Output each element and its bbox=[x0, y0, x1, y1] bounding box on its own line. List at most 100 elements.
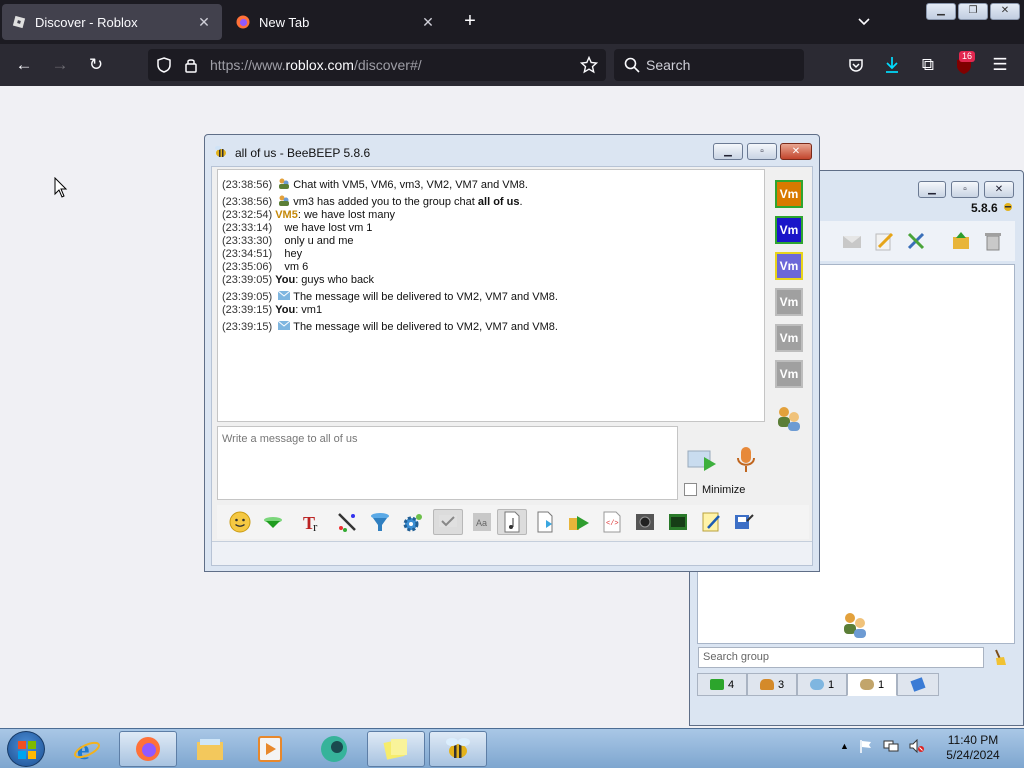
chat-app-taskbar-icon[interactable] bbox=[305, 731, 363, 767]
lock-icon[interactable] bbox=[184, 57, 198, 73]
window-minimize-button[interactable]: ▁ bbox=[926, 3, 956, 20]
save-icon[interactable] bbox=[533, 509, 559, 535]
minimize-button[interactable]: ▁ bbox=[713, 143, 743, 160]
forward-icon[interactable] bbox=[566, 509, 592, 535]
member-avatar[interactable]: Vm bbox=[775, 180, 803, 208]
chat-members-column: Vm Vm Vm Vm Vm Vm bbox=[769, 169, 809, 502]
minimize-label: Minimize bbox=[702, 483, 746, 496]
tab-chats[interactable]: 1 bbox=[797, 673, 847, 696]
back-button[interactable]: ← bbox=[12, 53, 36, 77]
member-avatar[interactable]: Vm bbox=[775, 324, 803, 352]
action-center-flag-icon[interactable] bbox=[859, 739, 873, 753]
clear-broom-icon[interactable] bbox=[990, 648, 1008, 666]
show-hidden-icons-chevron-icon[interactable]: ▲ bbox=[840, 741, 849, 751]
microphone-icon[interactable] bbox=[734, 445, 758, 475]
internet-explorer-taskbar-icon[interactable]: e bbox=[58, 731, 116, 767]
tab-close-icon[interactable]: ✕ bbox=[196, 14, 212, 31]
mail-icon[interactable] bbox=[841, 230, 863, 252]
maximize-button[interactable]: ▫ bbox=[747, 143, 777, 160]
group-members-icon[interactable] bbox=[774, 405, 804, 433]
tab-group-chat[interactable]: 1 bbox=[847, 673, 897, 696]
new-tab-button[interactable]: + bbox=[458, 10, 482, 34]
group-icon bbox=[277, 195, 291, 206]
code-icon[interactable]: </> bbox=[599, 509, 625, 535]
window-restore-button[interactable]: ❐ bbox=[958, 3, 988, 20]
reload-button[interactable]: ↻ bbox=[84, 53, 108, 77]
pocket-icon[interactable] bbox=[844, 53, 868, 77]
chat-message-log[interactable]: (23:38:56) Chat with VM5, VM6, vm3, VM2,… bbox=[217, 169, 765, 422]
start-button[interactable] bbox=[7, 731, 45, 767]
screenshot-icon[interactable] bbox=[632, 509, 658, 535]
film-icon[interactable] bbox=[665, 509, 691, 535]
url-bar[interactable]: https://www.roblox.com/discover#/ bbox=[148, 49, 606, 81]
tab-users[interactable]: 4 bbox=[697, 673, 747, 696]
user-green-icon bbox=[709, 679, 724, 690]
chat-message: (23:39:15) The message will be delivered… bbox=[222, 320, 558, 333]
minimize-checkbox[interactable]: Minimize bbox=[684, 483, 745, 496]
forward-button[interactable]: → bbox=[48, 53, 72, 77]
checkbox-box[interactable] bbox=[684, 483, 697, 496]
filter-icon[interactable] bbox=[367, 509, 393, 535]
url-text[interactable]: https://www.roblox.com/discover#/ bbox=[210, 57, 422, 73]
beebeep-taskbar-icon[interactable] bbox=[429, 731, 487, 767]
network-icon[interactable] bbox=[883, 739, 899, 753]
chat-toolbar: Tr Aa </> bbox=[217, 505, 809, 539]
shield-icon[interactable] bbox=[156, 57, 172, 73]
message-input[interactable]: Write a message to all of us bbox=[217, 426, 678, 500]
downloads-icon[interactable] bbox=[880, 53, 904, 77]
beebeep-bee-icon bbox=[215, 146, 226, 157]
color-pen-icon[interactable] bbox=[334, 509, 360, 535]
minimize-button[interactable]: ▁ bbox=[918, 181, 946, 198]
file-explorer-taskbar-icon[interactable] bbox=[181, 731, 239, 767]
member-avatar[interactable]: Vm bbox=[775, 360, 803, 388]
upload-folder-icon[interactable] bbox=[950, 230, 972, 252]
chat-icon bbox=[809, 679, 824, 690]
clock-date: 5/24/2024 bbox=[946, 748, 1000, 762]
search-icon bbox=[624, 57, 640, 73]
member-avatar[interactable]: Vm bbox=[775, 216, 803, 244]
list-all-tabs-button[interactable] bbox=[852, 10, 876, 34]
sticky-notes-taskbar-icon[interactable] bbox=[367, 731, 425, 767]
print-icon[interactable] bbox=[731, 509, 757, 535]
tab-close-icon[interactable]: ✕ bbox=[420, 14, 436, 31]
chat-message: (23:38:56) Chat with VM5, VM6, vm3, VM2,… bbox=[222, 178, 528, 191]
send-file-icon[interactable] bbox=[497, 509, 527, 535]
pin-icon bbox=[910, 677, 926, 692]
tab-discover-roblox[interactable]: Discover - Roblox ✕ bbox=[2, 4, 222, 40]
member-avatar[interactable]: Vm bbox=[775, 288, 803, 316]
svg-text:r: r bbox=[313, 519, 318, 534]
system-clock[interactable]: 11:40 PM 5/24/2024 bbox=[934, 733, 1012, 763]
tab-new-tab[interactable]: New Tab ✕ bbox=[226, 4, 446, 40]
bookmark-star-icon[interactable] bbox=[580, 56, 598, 74]
tools-icon[interactable] bbox=[905, 230, 927, 252]
search-group-input[interactable]: Search group bbox=[698, 647, 984, 668]
chat-message: (23:39:05) You: guys who back bbox=[222, 274, 375, 286]
green-arrow-icon[interactable] bbox=[260, 509, 286, 535]
volume-muted-icon[interactable] bbox=[909, 739, 925, 753]
spellcheck-icon[interactable] bbox=[433, 509, 463, 535]
extension-badge-count: 16 bbox=[959, 51, 976, 62]
font-icon[interactable]: Aa bbox=[469, 509, 495, 535]
tab-groups[interactable]: 3 bbox=[747, 673, 797, 696]
smiley-icon[interactable] bbox=[227, 509, 253, 535]
trash-icon[interactable] bbox=[982, 230, 1004, 252]
search-bar[interactable]: Search bbox=[614, 49, 804, 81]
window-close-button[interactable]: ✕ bbox=[990, 3, 1020, 20]
edit-note-icon[interactable] bbox=[873, 230, 895, 252]
maximize-button[interactable]: ▫ bbox=[951, 181, 979, 198]
extensions-puzzle-icon[interactable]: ⧉ bbox=[916, 53, 940, 77]
notes-icon[interactable] bbox=[698, 509, 724, 535]
member-avatar[interactable]: Vm bbox=[775, 252, 803, 280]
windows-taskbar: e ▲ 11:40 PM 5/24/2024 bbox=[0, 728, 1024, 768]
hamburger-menu-icon[interactable]: ☰ bbox=[988, 53, 1012, 77]
tab-pinned[interactable] bbox=[897, 673, 939, 696]
tab-title: Discover - Roblox bbox=[35, 14, 138, 30]
settings-gear-icon[interactable] bbox=[400, 509, 426, 535]
text-format-icon[interactable]: Tr bbox=[301, 509, 327, 535]
system-tray: ▲ bbox=[840, 739, 925, 753]
close-button[interactable]: ✕ bbox=[780, 143, 812, 160]
media-player-taskbar-icon[interactable] bbox=[241, 731, 299, 767]
send-message-icon[interactable] bbox=[686, 447, 720, 475]
close-button[interactable]: ✕ bbox=[984, 181, 1014, 198]
firefox-taskbar-icon[interactable] bbox=[119, 731, 177, 767]
